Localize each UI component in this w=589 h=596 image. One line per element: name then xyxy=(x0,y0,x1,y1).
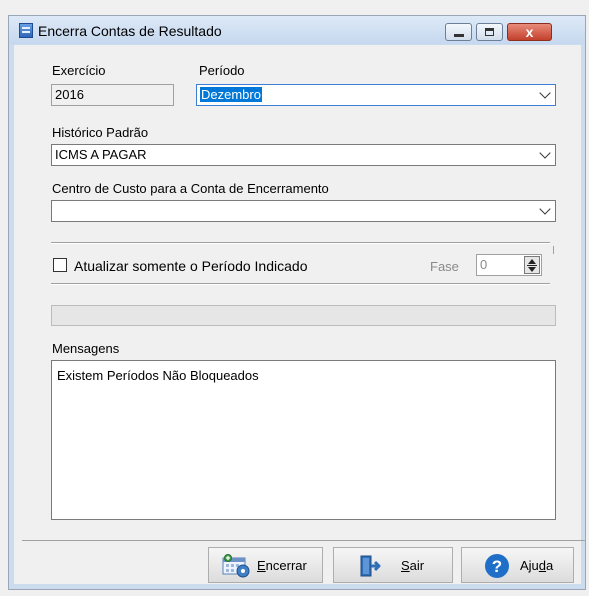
historico-label: Histórico Padrão xyxy=(52,125,149,140)
close-icon: x xyxy=(525,24,534,40)
exercicio-label: Exercício xyxy=(52,63,106,78)
fase-label: Fase xyxy=(430,259,459,274)
calculator-icon xyxy=(19,23,33,38)
close-button[interactable]: x xyxy=(507,23,552,41)
centro-custo-select[interactable] xyxy=(51,200,556,222)
help-icon: ? xyxy=(485,554,509,578)
mensagens-text: Existem Períodos Não Bloqueados xyxy=(57,368,259,383)
spin-button[interactable] xyxy=(524,256,540,274)
chevron-down-icon xyxy=(539,203,551,215)
divider xyxy=(553,246,554,254)
arrow-up-icon xyxy=(528,259,536,264)
ajuda-label: Ajuda xyxy=(520,558,553,573)
encerrar-label-rest: ncerrar xyxy=(265,558,307,573)
progress-bar xyxy=(51,305,556,326)
encerrar-button[interactable]: Encerrar xyxy=(208,547,323,583)
ajuda-button[interactable]: ? Ajuda xyxy=(461,547,574,583)
sair-label: Sair xyxy=(401,558,424,573)
minimize-button[interactable] xyxy=(445,23,472,41)
divider xyxy=(51,283,550,285)
periodo-selected-value: Dezembro xyxy=(200,87,262,102)
sair-button[interactable]: Sair xyxy=(333,547,453,583)
sair-label-rest: air xyxy=(409,558,425,573)
maximize-button[interactable] xyxy=(476,23,503,41)
fase-value: 0 xyxy=(480,257,488,272)
calendar-gear-icon xyxy=(222,554,250,578)
exit-door-icon xyxy=(360,555,381,577)
fase-stepper[interactable]: 0 xyxy=(476,254,542,276)
periodo-select[interactable]: Dezembro xyxy=(196,84,556,106)
exercicio-field: 2016 xyxy=(51,84,174,106)
arrow-down-icon xyxy=(528,267,536,272)
centro-custo-label: Centro de Custo para a Conta de Encerram… xyxy=(52,181,329,196)
divider xyxy=(51,242,550,244)
title-bar[interactable]: Encerra Contas de Resultado x xyxy=(9,16,585,44)
mensagens-label: Mensagens xyxy=(52,341,120,356)
encerrar-mnemonic: E xyxy=(257,558,266,573)
chevron-down-icon xyxy=(539,87,551,99)
atualizar-label[interactable]: Atualizar somente o Período Indicado xyxy=(74,258,307,274)
ajuda-label-pre: Aju xyxy=(520,558,539,573)
window-title: Encerra Contas de Resultado xyxy=(38,23,222,39)
spin-separator xyxy=(527,265,537,266)
ajuda-label-post: a xyxy=(546,558,554,573)
periodo-label: Período xyxy=(199,63,245,78)
ajuda-mnemonic: d xyxy=(538,558,547,573)
svg-text:?: ? xyxy=(492,557,502,576)
sair-mnemonic: S xyxy=(401,558,410,573)
button-bar-divider xyxy=(22,540,585,541)
encerrar-label: Encerrar xyxy=(257,558,307,573)
historico-selected-value: ICMS A PAGAR xyxy=(55,147,147,162)
chevron-down-icon xyxy=(539,147,551,159)
historico-select[interactable]: ICMS A PAGAR xyxy=(51,144,556,166)
atualizar-checkbox[interactable] xyxy=(53,258,67,272)
mensagens-textarea[interactable]: Existem Períodos Não Bloqueados xyxy=(51,360,556,520)
